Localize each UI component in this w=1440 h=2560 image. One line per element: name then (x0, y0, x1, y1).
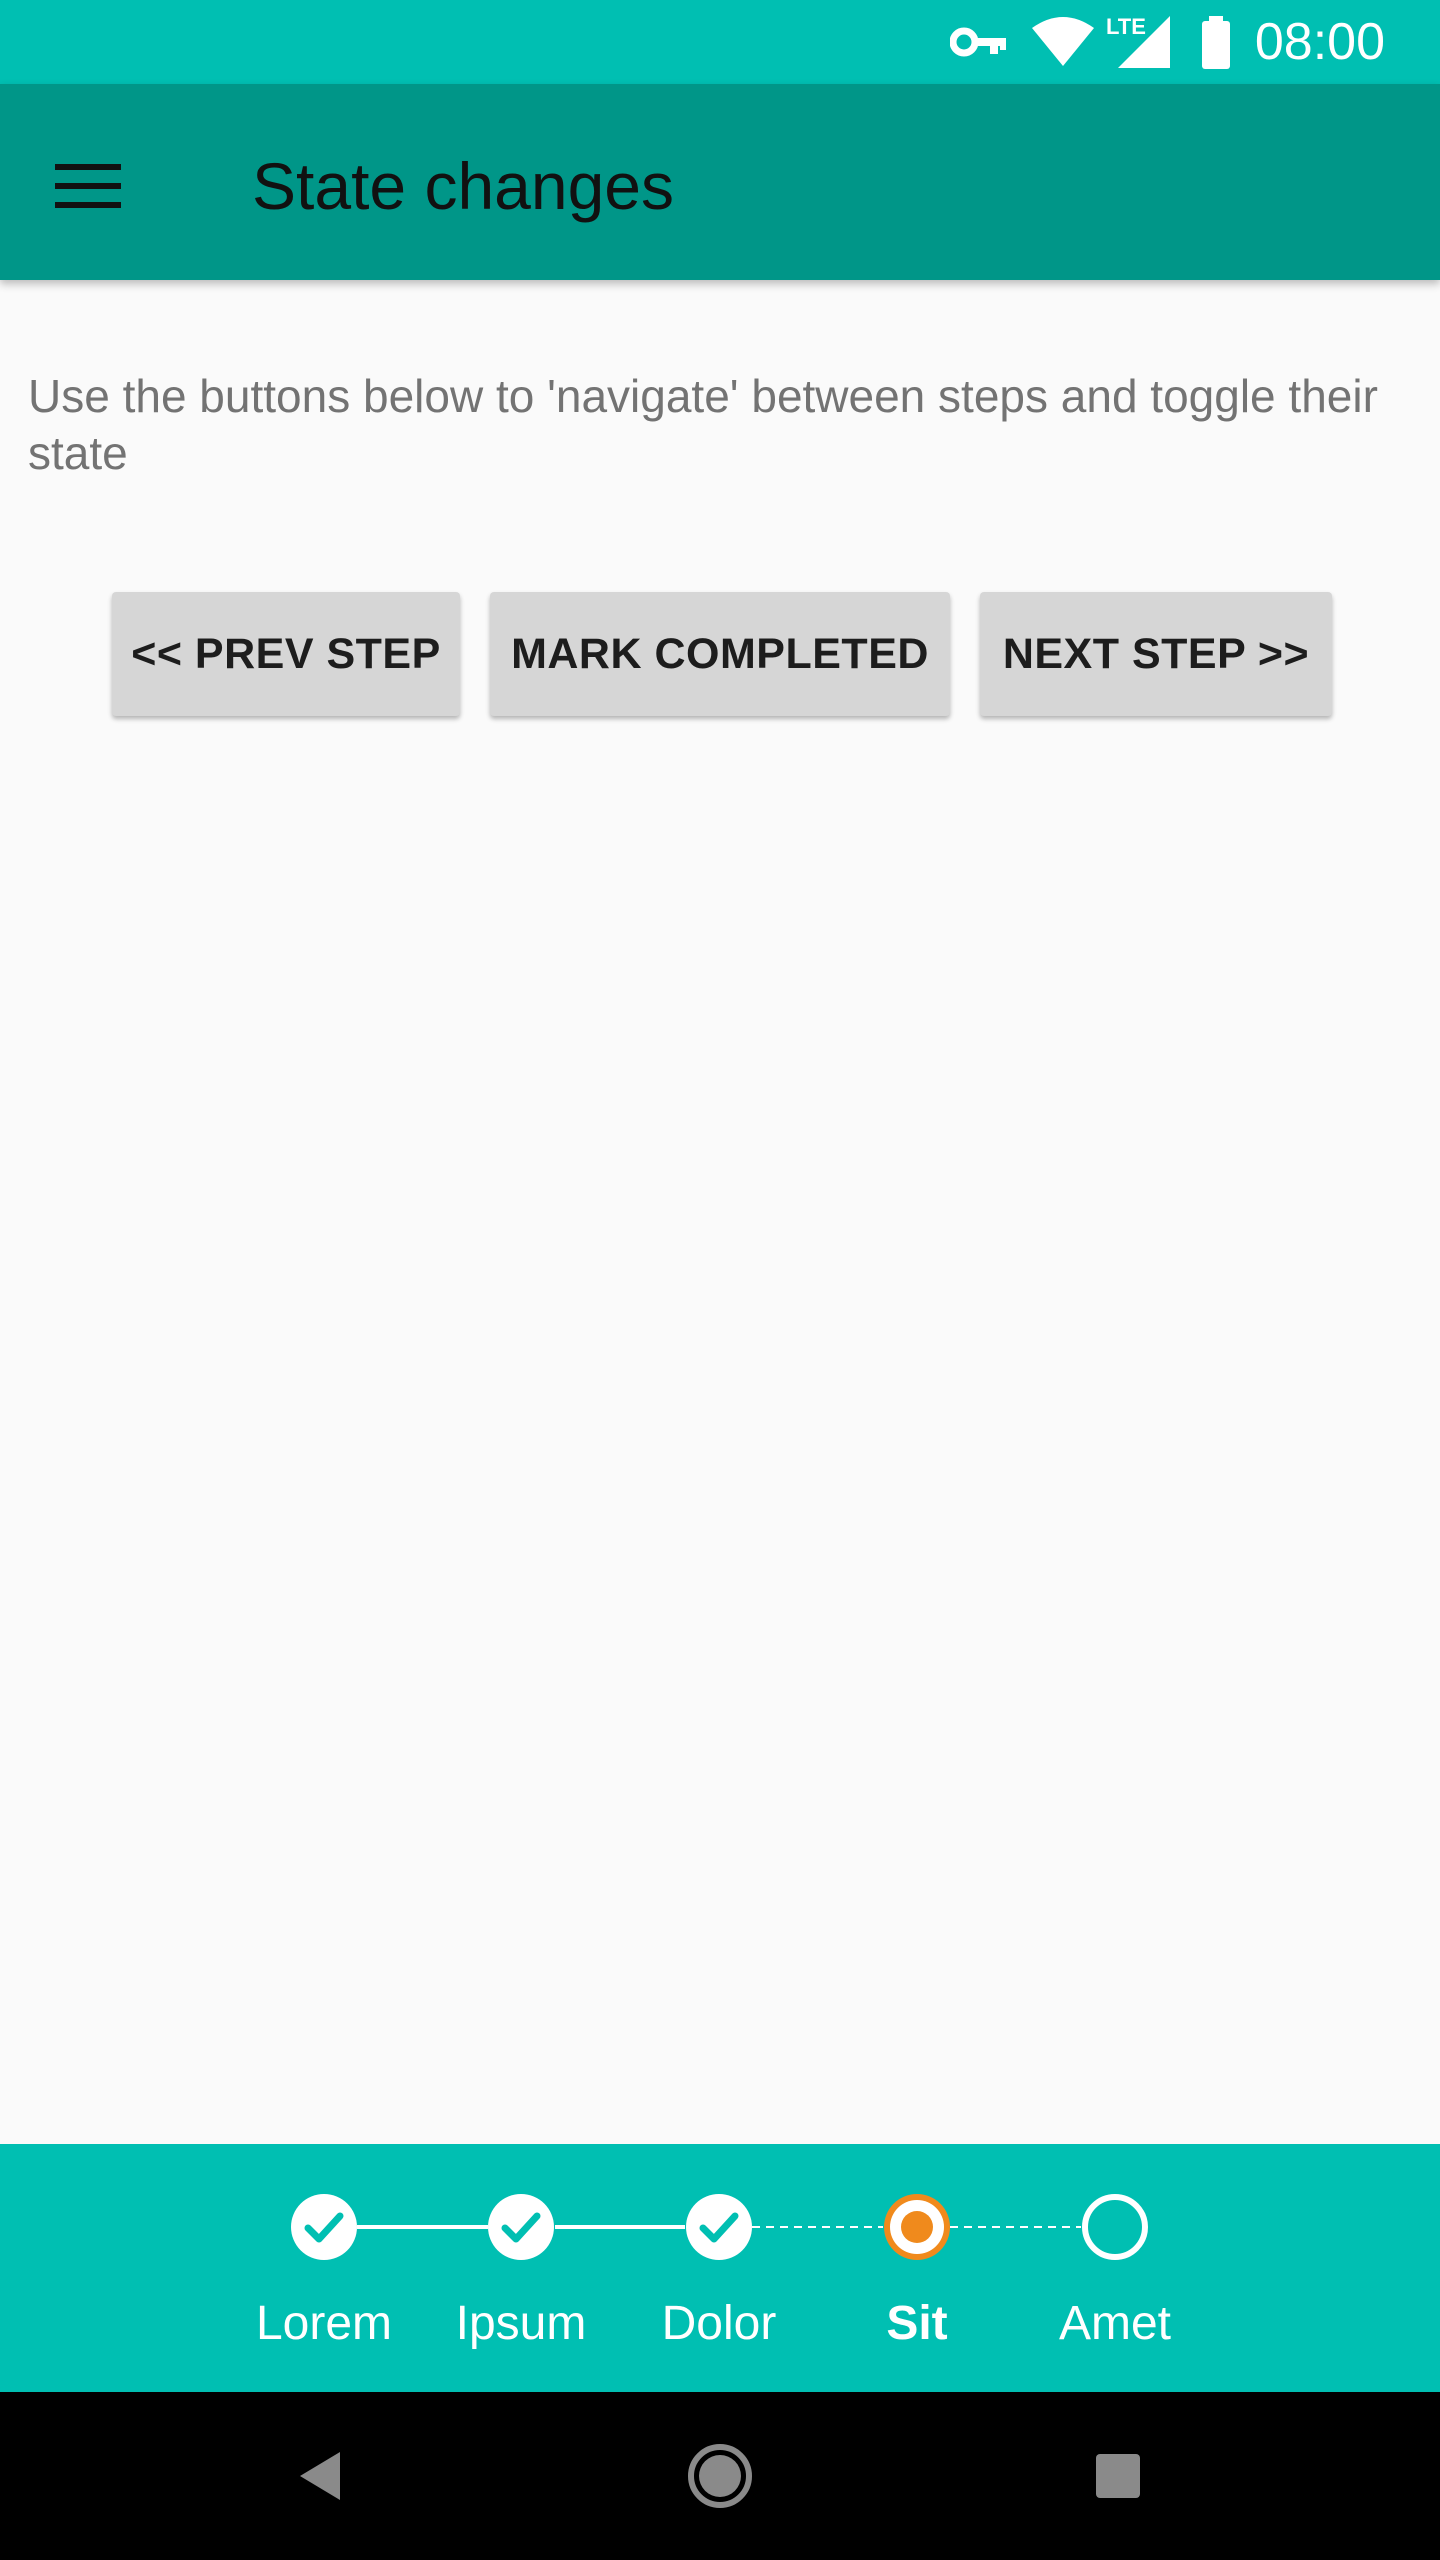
battery-icon (1202, 16, 1230, 69)
step-inactive-icon (1082, 2194, 1148, 2260)
prev-step-button[interactable]: << PREV STEP (112, 592, 460, 716)
recents-button[interactable] (1068, 2426, 1168, 2526)
app-bar: State changes (0, 84, 1440, 280)
recents-icon (1096, 2454, 1140, 2498)
step-label: Dolor (661, 2297, 777, 2350)
step-indicator: Lorem Ipsum Dolor Sit Amet (0, 2144, 1440, 2392)
step-lorem[interactable]: Lorem (224, 2144, 424, 2392)
menu-button[interactable] (40, 138, 136, 234)
step-completed-icon (488, 2194, 554, 2260)
step-label: Ipsum (455, 2297, 587, 2350)
step-amet[interactable]: Amet (1015, 2144, 1215, 2392)
step-label: Sit (886, 2297, 948, 2350)
step-completed-icon (686, 2194, 752, 2260)
home-icon (688, 2444, 752, 2508)
next-step-button[interactable]: NEXT STEP >> (980, 592, 1332, 716)
vpn-key-icon (950, 27, 1006, 57)
step-active-icon (884, 2194, 950, 2260)
step-completed-icon (291, 2194, 357, 2260)
back-icon (300, 2452, 340, 2500)
home-button[interactable] (670, 2426, 770, 2526)
status-bar: LTE 08:00 (0, 0, 1440, 84)
page-title: State changes (252, 149, 674, 223)
step-label: Amet (1058, 2297, 1172, 2350)
status-time: 08:00 (1254, 13, 1385, 71)
step-ipsum[interactable]: Ipsum (421, 2144, 621, 2392)
wifi-icon (1032, 17, 1094, 66)
system-nav-bar (0, 2392, 1440, 2560)
back-button[interactable] (270, 2426, 370, 2526)
hamburger-menu-icon (55, 164, 121, 208)
step-dolor[interactable]: Dolor (619, 2144, 819, 2392)
step-sit[interactable]: Sit (817, 2144, 1017, 2392)
lte-signal-icon: LTE (1106, 14, 1170, 68)
svg-text:LTE: LTE (1106, 14, 1146, 39)
mark-completed-button[interactable]: MARK COMPLETED (490, 592, 950, 716)
step-label: Lorem (255, 2297, 393, 2350)
instructions-text: Use the buttons below to 'navigate' betw… (28, 370, 1378, 479)
